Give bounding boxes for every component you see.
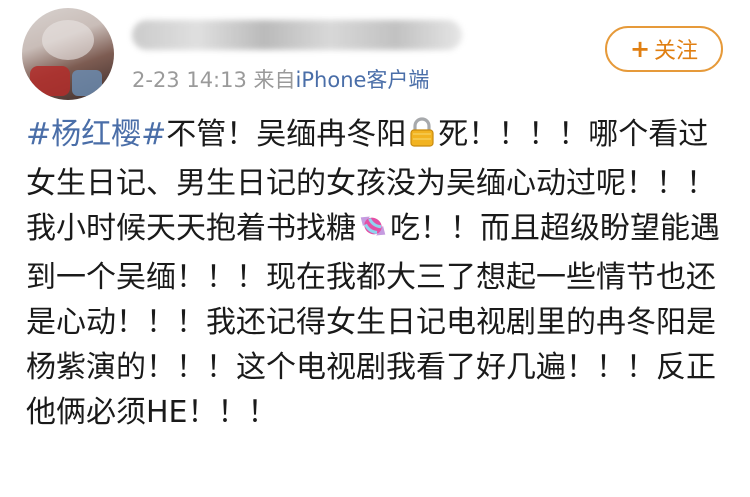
post-text-segment: 不管！吴缅冉冬阳 (166, 117, 407, 152)
post-meta: 2-23 14:13 来自iPhone客户端 (132, 64, 429, 94)
avatar-detail (42, 20, 94, 60)
follow-button[interactable]: + 关注 (605, 26, 723, 72)
post-source: iPhone客户端 (295, 68, 430, 92)
hashtag-link[interactable]: #杨红樱# (26, 117, 166, 152)
follow-label: 关注 (654, 39, 699, 64)
post-header: 2-23 14:13 来自iPhone客户端 + 关注 (0, 0, 750, 110)
candy-emoji-icon (356, 210, 390, 255)
avatar[interactable] (22, 8, 114, 100)
post-time: 2-23 14:13 (132, 68, 247, 92)
plus-icon: + (629, 35, 651, 63)
post-content: #杨红樱#不管！吴缅冉冬阳 死！！！！哪个看过女生日记、男生日记的女孩没为吴缅心… (26, 112, 738, 435)
post-from-prefix: 来自 (253, 68, 296, 92)
avatar-detail (30, 66, 70, 96)
username-blurred[interactable] (132, 20, 462, 50)
lock-emoji-icon (406, 116, 438, 161)
avatar-detail (72, 70, 102, 96)
